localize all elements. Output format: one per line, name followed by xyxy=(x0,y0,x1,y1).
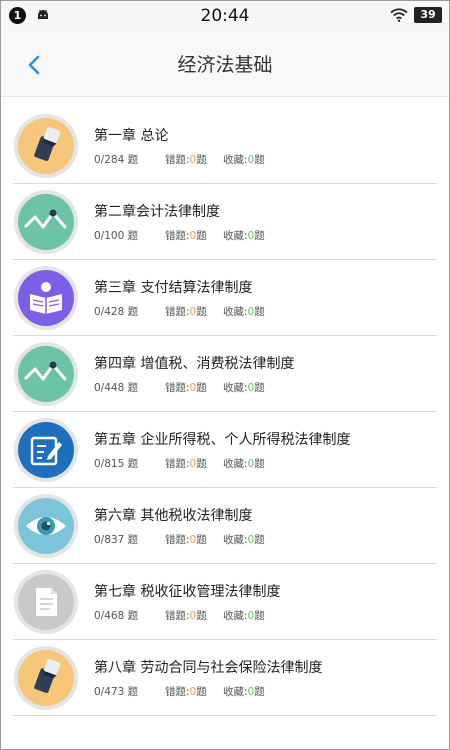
chapter-row[interactable]: 第六章 其他税收法律制度 0/837 题 错题:0题 收藏:0题 xyxy=(1,488,449,564)
wifi-icon xyxy=(390,8,408,22)
progress-count: 0/100 xyxy=(94,230,125,242)
chapter-row[interactable]: 第七章 税收征收管理法律制度 0/468 题 错题:0题 收藏:0题 xyxy=(1,564,449,640)
chapter-stats: 0/100 题 错题:0题 收藏:0题 xyxy=(94,230,265,242)
chapter-stats: 0/448 题 错题:0题 收藏:0题 xyxy=(94,382,265,394)
chapter-list: 第一章 总论 0/284 题 错题:0题 收藏:0题 第二章会计法律制度 0/1… xyxy=(1,108,449,716)
chapter-title: 第二章会计法律制度 xyxy=(94,204,220,220)
progress-count: 0/473 xyxy=(94,686,125,698)
chapter-avatar xyxy=(14,646,78,710)
chapter-row[interactable]: 第一章 总论 0/284 题 错题:0题 收藏:0题 xyxy=(1,108,449,184)
chapter-avatar xyxy=(14,114,78,178)
chapter-stats: 0/468 题 错题:0题 收藏:0题 xyxy=(94,610,265,622)
document-icon xyxy=(18,574,74,630)
chapter-avatar xyxy=(14,342,78,406)
chapter-stats: 0/837 题 错题:0题 收藏:0题 xyxy=(94,534,265,546)
chapter-stats: 0/815 题 错题:0题 收藏:0题 xyxy=(94,458,265,470)
sticker-icon xyxy=(18,650,74,706)
clock: 20:44 xyxy=(200,6,250,26)
chapter-row[interactable]: 第三章 支付结算法律制度 0/428 题 错题:0题 收藏:0题 xyxy=(1,260,449,336)
progress-count: 0/815 xyxy=(94,458,125,470)
edit-icon xyxy=(18,422,74,478)
line-chart-icon xyxy=(18,194,74,250)
progress-count: 0/284 xyxy=(94,154,125,166)
progress-count: 0/468 xyxy=(94,610,125,622)
app-header: 经济法基础 xyxy=(1,31,449,97)
chapter-title: 第八章 劳动合同与社会保险法律制度 xyxy=(94,660,323,676)
chapter-stats: 0/428 题 错题:0题 收藏:0题 xyxy=(94,306,265,318)
divider xyxy=(13,715,437,716)
chapter-avatar xyxy=(14,494,78,558)
battery-icon: 39 xyxy=(414,7,442,23)
reading-icon xyxy=(18,270,74,326)
chapter-stats: 0/284 题 错题:0题 收藏:0题 xyxy=(94,154,265,166)
chapter-avatar xyxy=(14,570,78,634)
sticker-icon xyxy=(18,118,74,174)
chapter-row[interactable]: 第五章 企业所得税、个人所得税法律制度 0/815 题 错题:0题 收藏:0题 xyxy=(1,412,449,488)
chapter-avatar xyxy=(14,418,78,482)
chapter-avatar xyxy=(14,190,78,254)
progress-count: 0/428 xyxy=(94,306,125,318)
chapter-row[interactable]: 第二章会计法律制度 0/100 题 错题:0题 收藏:0题 xyxy=(1,184,449,260)
chapter-stats: 0/473 题 错题:0题 收藏:0题 xyxy=(94,686,265,698)
progress-count: 0/448 xyxy=(94,382,125,394)
status-bar: 1 20:44 39 xyxy=(1,1,449,31)
chapter-title: 第一章 总论 xyxy=(94,128,169,144)
chapter-row[interactable]: 第四章 增值税、消费税法律制度 0/448 题 错题:0题 收藏:0题 xyxy=(1,336,449,412)
eye-icon xyxy=(18,498,74,554)
chapter-title: 第五章 企业所得税、个人所得税法律制度 xyxy=(94,432,351,448)
progress-count: 0/837 xyxy=(94,534,125,546)
chapter-avatar xyxy=(14,266,78,330)
line-chart-icon xyxy=(18,346,74,402)
chapter-title: 第七章 税收征收管理法律制度 xyxy=(94,584,281,600)
chapter-title: 第六章 其他税收法律制度 xyxy=(94,508,253,524)
chapter-title: 第四章 增值税、消费税法律制度 xyxy=(94,356,295,372)
chapter-title: 第三章 支付结算法律制度 xyxy=(94,280,253,296)
chapter-row[interactable]: 第八章 劳动合同与社会保险法律制度 0/473 题 错题:0题 收藏:0题 xyxy=(1,640,449,716)
page-title: 经济法基础 xyxy=(177,54,273,76)
